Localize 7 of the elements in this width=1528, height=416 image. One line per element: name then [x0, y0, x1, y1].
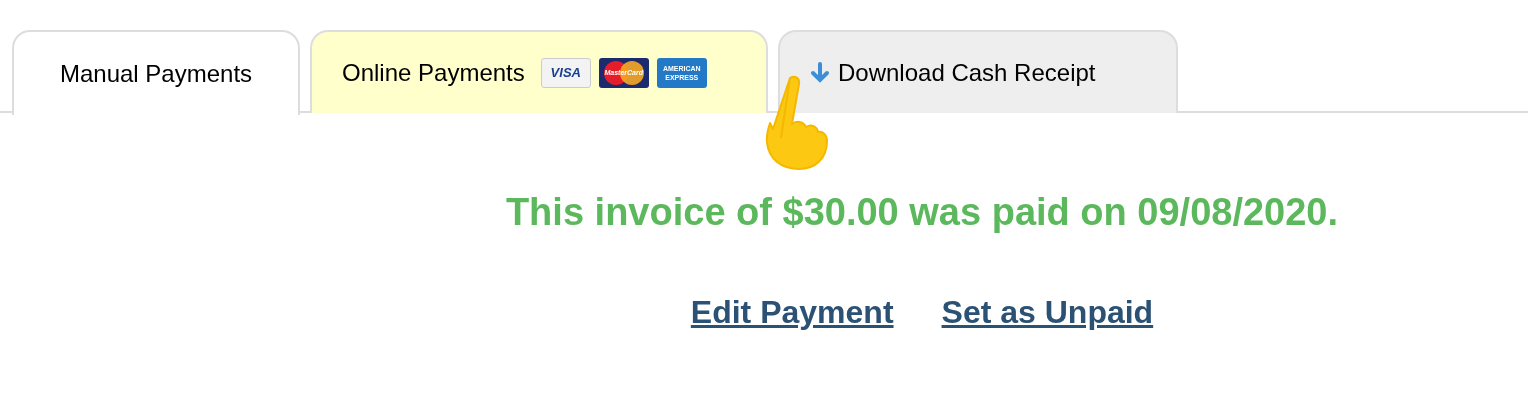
- action-link[interactable]: Set as Unpaid: [941, 294, 1154, 331]
- visa-card-icon: VISA: [540, 57, 591, 88]
- tab[interactable]: Download Cash Receipt: [778, 30, 1178, 113]
- action-link[interactable]: Edit Payment: [690, 294, 894, 331]
- payment-status-message: This invoice of $30.00 was paid on 09/08/2020.: [505, 191, 1339, 234]
- download-arrow-icon: [810, 61, 830, 84]
- tab[interactable]: Manual Payments: [12, 30, 300, 115]
